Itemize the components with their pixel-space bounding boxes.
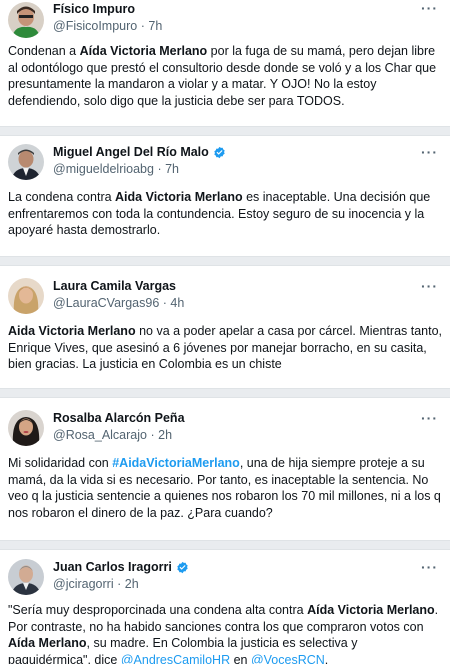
timestamp[interactable]: 7h [148, 19, 162, 33]
text-segment: "Sería muy desproporcinada una condena a… [8, 603, 308, 617]
hashtag-link[interactable]: #AidaVictoriaMerlano [112, 456, 240, 470]
text-segment: Condenan a [8, 44, 80, 58]
author-handle[interactable]: @FisicoImpuro [53, 19, 137, 33]
avatar[interactable] [8, 144, 44, 180]
author-handle[interactable]: @jciragorri [53, 577, 114, 591]
mention-link[interactable]: @VocesRCN [251, 653, 325, 664]
tweet-separator [0, 126, 450, 136]
bold-text: Aída Victoria Merlano [79, 44, 208, 58]
avatar[interactable] [8, 410, 44, 446]
author-handle[interactable]: @migueldelrioabg [53, 162, 154, 176]
author-handle[interactable]: @LauraCVargas96 [53, 296, 159, 310]
text-segment: en [230, 652, 251, 664]
avatar[interactable] [8, 2, 44, 38]
author-name[interactable]: Juan Carlos Iragorri [53, 560, 172, 574]
author-name[interactable]: Rosalba Alarcón Peña [53, 411, 185, 425]
text-segment: . [324, 652, 329, 664]
tweet-text: Condenan a Aída Victoria Merlano por la … [8, 43, 442, 109]
separator-dot: · [117, 577, 122, 591]
bold-text: Aída Victoria Merlano [307, 603, 435, 617]
tweet-text: Mi solidaridad con #AidaVictoriaMerlano,… [8, 455, 442, 521]
author-name[interactable]: Laura Camila Vargas [53, 279, 176, 293]
timestamp[interactable]: 4h [170, 296, 184, 310]
timestamp[interactable]: 2h [158, 428, 172, 442]
author-name[interactable]: Miguel Angel Del Río Malo [53, 145, 209, 159]
bold-text: Aída Merlano [8, 636, 87, 650]
tweet-separator [0, 388, 450, 398]
separator-dot: · [150, 428, 155, 442]
tweet-text: La condena contra Aida Victoria Merlano … [8, 189, 442, 239]
more-options-icon[interactable]: ··· [421, 559, 438, 575]
tweet[interactable]: Físico Impuro @FisicoImpuro · 7h ··· Con… [0, 0, 450, 126]
separator-dot: · [140, 19, 145, 33]
avatar[interactable] [8, 278, 44, 314]
timestamp[interactable]: 7h [165, 162, 179, 176]
tweet-separator [0, 540, 450, 550]
mention-link[interactable]: @AndresCamiloHR [121, 653, 230, 664]
tweet[interactable]: Rosalba Alarcón Peña @Rosa_Alcarajo · 2h… [0, 398, 450, 540]
tweet-feed: Físico Impuro @FisicoImpuro · 7h ··· Con… [0, 0, 450, 664]
avatar[interactable] [8, 559, 44, 595]
bold-text: Aida Victoria Merlano [115, 190, 243, 204]
more-options-icon[interactable]: ··· [421, 410, 438, 426]
timestamp[interactable]: 2h [125, 577, 139, 591]
verified-badge-icon [214, 146, 225, 158]
more-options-icon[interactable]: ··· [421, 278, 438, 294]
tweet-separator [0, 256, 450, 266]
tweet[interactable]: Laura Camila Vargas @LauraCVargas96 · 4h… [0, 266, 450, 388]
tweet[interactable]: Juan Carlos Iragorri @jciragorri · 2h ··… [0, 550, 450, 664]
separator-dot: · [157, 162, 162, 176]
bold-text: Aida Victoria Merlano [8, 324, 136, 338]
more-options-icon[interactable]: ··· [421, 0, 438, 16]
more-options-icon[interactable]: ··· [421, 144, 438, 160]
separator-dot: · [162, 296, 167, 310]
author-handle[interactable]: @Rosa_Alcarajo [53, 428, 147, 442]
tweet-text: "Sería muy desproporcinada una condena a… [8, 602, 442, 664]
text-segment: La condena contra [8, 190, 116, 204]
text-segment: Mi solidaridad con [8, 456, 113, 470]
tweet[interactable]: Miguel Angel Del Río Malo @migueldelrioa… [0, 136, 450, 256]
verified-badge-icon [177, 561, 188, 573]
tweet-text: Aida Victoria Merlano no va a poder apel… [8, 323, 442, 373]
author-name[interactable]: Físico Impuro [53, 2, 135, 16]
